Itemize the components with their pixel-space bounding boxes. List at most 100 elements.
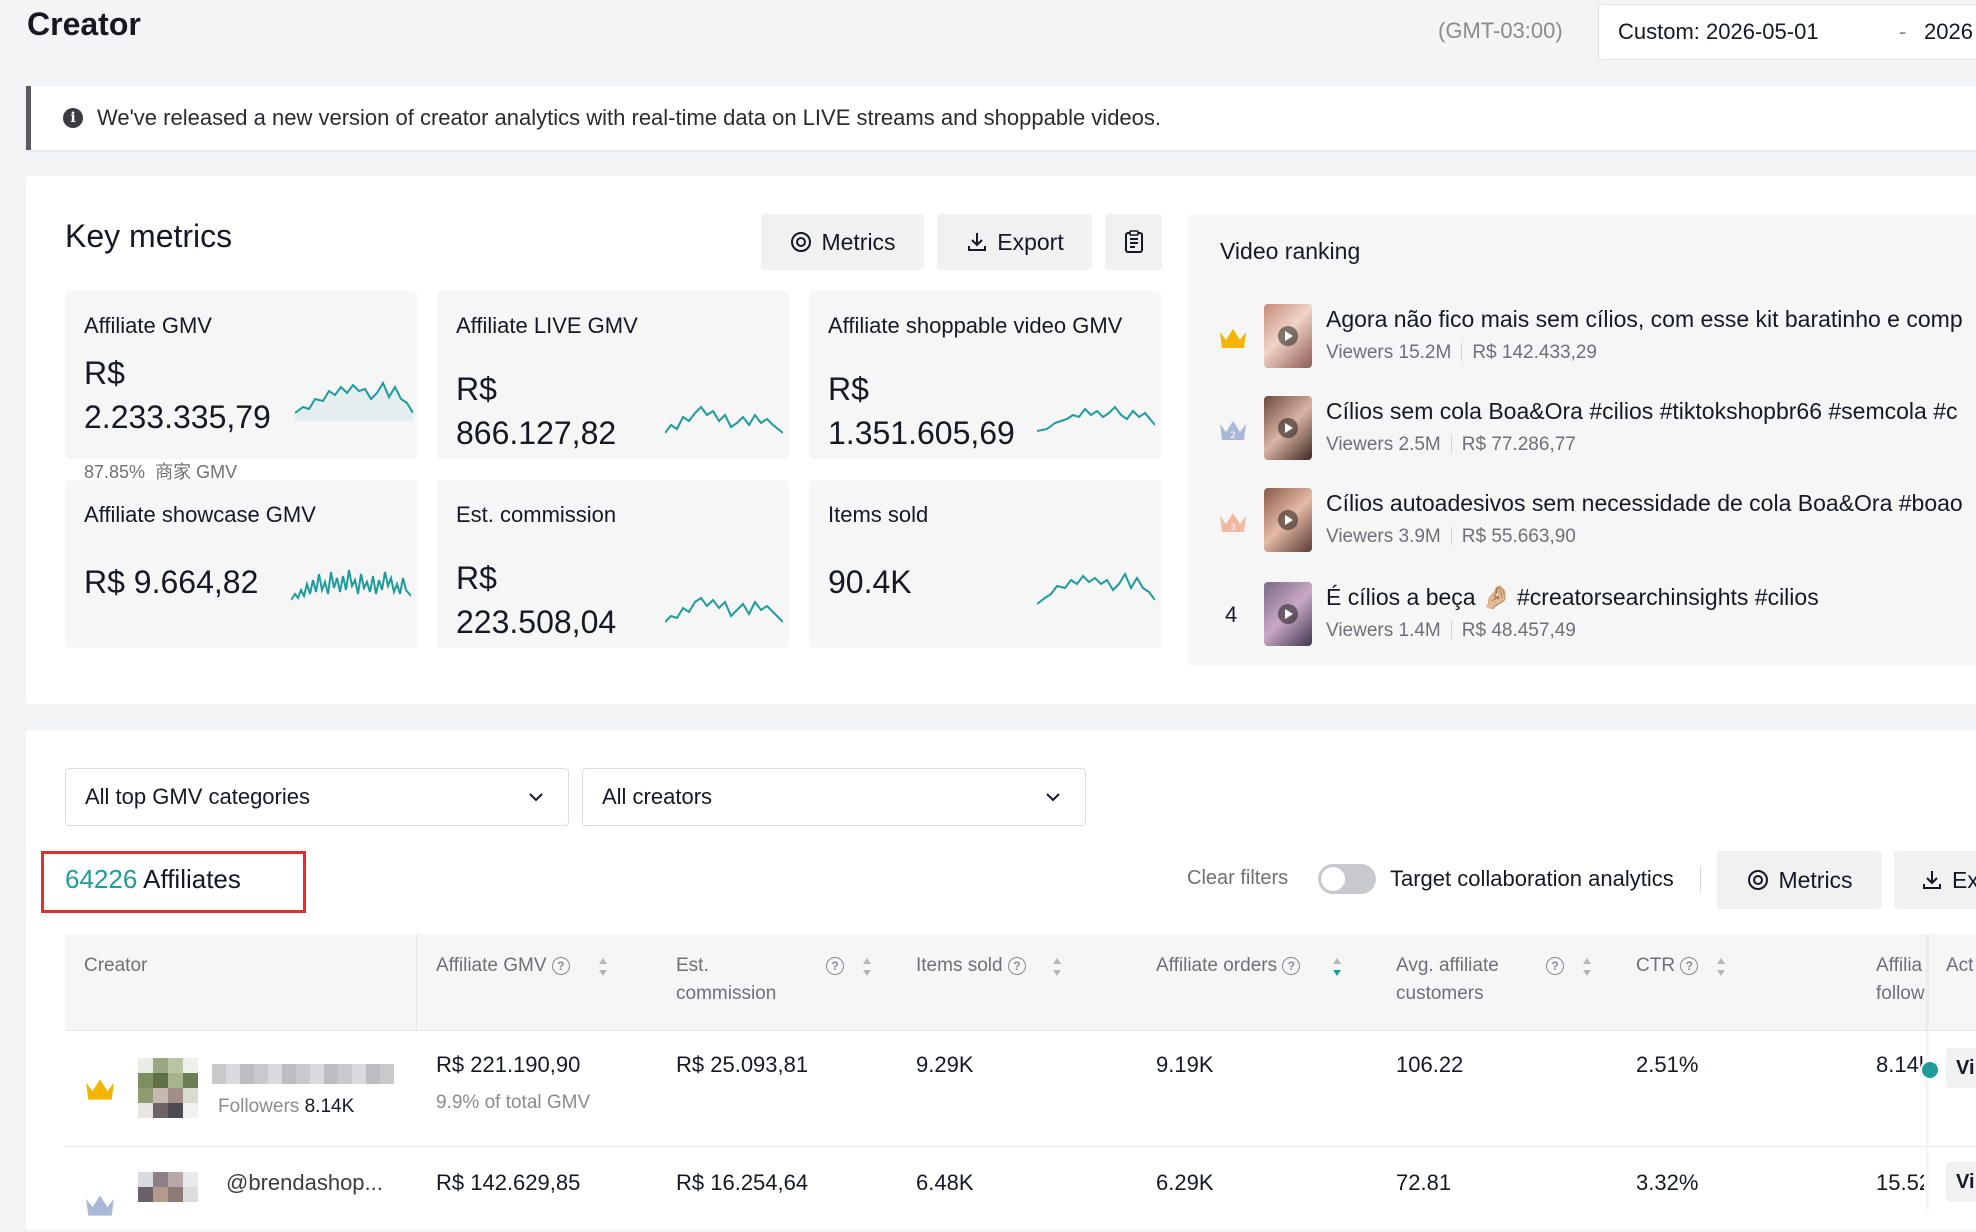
avatar[interactable] <box>138 1172 198 1232</box>
cell-affiliate-gmv: R$ 221.190,90 <box>436 1052 581 1077</box>
column-header-affiliate-followers[interactable]: Affilia follow <box>1876 952 1925 1008</box>
video-thumbnail[interactable] <box>1264 488 1312 552</box>
cell-affiliate-gmv: R$ 142.629,85 <box>436 1170 581 1195</box>
cell-affiliate-orders: 6.29K <box>1156 1170 1214 1195</box>
banner-text: We've released a new version of creator … <box>97 105 1162 130</box>
cell-affiliate-followers: 15.52 <box>1876 1170 1924 1195</box>
play-icon <box>1278 604 1298 624</box>
cursor-dot <box>1920 1060 1940 1080</box>
target-collaboration-toggle[interactable] <box>1318 864 1376 894</box>
cell-avg-customers: 106.22 <box>1396 1052 1464 1077</box>
video-stats: Viewers 2.5M R$ 77.286,77 <box>1326 434 1576 455</box>
video-title[interactable]: Cílios sem cola Boa&Ora #cilios #tiktoks… <box>1326 398 1958 425</box>
table-metrics-button[interactable]: Metrics <box>1717 851 1882 909</box>
chevron-down-icon <box>529 793 543 802</box>
view-button[interactable]: Vi <box>1946 1048 1976 1088</box>
metric-value: 866.127,82 <box>456 415 617 451</box>
metric-label: Items sold <box>828 502 929 527</box>
metrics-button-label: Metrics <box>821 228 896 255</box>
video-stats: Viewers 3.9M R$ 55.663,90 <box>1326 526 1576 547</box>
announcement-banner: i We've released a new version of creato… <box>26 86 1976 150</box>
row-divider <box>65 1146 1976 1147</box>
silver-crown-icon <box>86 1195 114 1216</box>
metric-value: 2.233.335,79 <box>84 399 271 435</box>
download-icon <box>1923 871 1941 889</box>
column-header-ctr[interactable]: CTR ? <box>1636 952 1699 980</box>
creators-select[interactable]: All creators <box>582 768 1086 826</box>
metric-card-affiliate-showcase-gmv[interactable]: Affiliate showcase GMV R$ 9.664,82 <box>65 480 417 648</box>
gold-crown-icon <box>86 1079 114 1100</box>
date-range-picker[interactable]: Custom: 2026-05-01 - 2026 <box>1598 4 1976 60</box>
cell-items-sold: 9.29K <box>916 1052 974 1077</box>
video-thumbnail[interactable] <box>1264 396 1312 460</box>
rank-number: 4 <box>1225 602 1238 627</box>
sort-icon[interactable] <box>1580 954 1594 980</box>
creator-name[interactable]: @brendashop... <box>226 1170 383 1196</box>
help-icon: ? <box>1680 957 1699 975</box>
column-header-est-commission[interactable]: Est. commission <box>676 952 776 1008</box>
export-button[interactable]: Export <box>937 214 1092 270</box>
table-header <box>65 934 1976 1030</box>
video-thumbnail[interactable] <box>1264 304 1312 368</box>
column-header-items-sold[interactable]: Items sold ? <box>916 952 1026 980</box>
page-title: Creator <box>27 6 141 42</box>
sort-icon[interactable] <box>860 954 874 980</box>
cell-ctr: 3.32% <box>1636 1170 1699 1195</box>
category-select-value: All top GMV categories <box>85 784 310 809</box>
cell-est-commission: R$ 25.093,81 <box>676 1052 809 1077</box>
video-title[interactable]: Agora não fico mais sem cílios, com esse… <box>1326 306 1963 333</box>
view-button[interactable]: Vi <box>1946 1162 1976 1202</box>
download-icon <box>968 233 987 251</box>
row-divider <box>65 1030 1976 1031</box>
sort-desc-icon[interactable] <box>1330 954 1344 980</box>
report-button[interactable] <box>1105 214 1162 270</box>
metric-label: Est. commission <box>456 502 617 527</box>
cell-avg-customers: 72.81 <box>1396 1170 1452 1195</box>
column-header-affiliate-orders[interactable]: Affiliate orders ? <box>1156 952 1301 980</box>
metric-value-currency: R$ <box>456 371 497 407</box>
toggle-knob <box>1321 867 1345 891</box>
metric-label: Affiliate shoppable video GMV <box>828 313 1123 338</box>
column-header-creator: Creator <box>84 955 148 976</box>
metrics-button[interactable]: Metrics <box>761 214 924 270</box>
help-icon: ? <box>1546 957 1564 975</box>
video-thumbnail[interactable] <box>1264 582 1312 646</box>
metric-label: Affiliate LIVE GMV <box>456 313 638 338</box>
bronze-crown-icon: 3 <box>1220 513 1246 533</box>
column-header-affiliate-gmv[interactable]: Affiliate GMV ? <box>436 952 570 980</box>
sort-icon[interactable] <box>1714 954 1728 980</box>
video-stats: Viewers 15.2M R$ 142.433,29 <box>1326 342 1597 363</box>
avatar[interactable] <box>138 1058 198 1118</box>
sort-icon[interactable] <box>1050 954 1064 980</box>
table-export-button[interactable]: Ex <box>1894 851 1976 909</box>
metrics-button-label: Metrics <box>1778 866 1853 893</box>
sort-icon[interactable] <box>596 954 610 980</box>
help-icon: ? <box>826 957 844 975</box>
metric-card-affiliate-video-gmv[interactable]: Affiliate shoppable video GMV R$ 1.351.6… <box>809 291 1161 459</box>
silver-crown-icon: 2 <box>1220 421 1246 441</box>
video-ranking-title: Video ranking <box>1220 238 1361 264</box>
column-header-avg-affiliate-customers[interactable]: Avg. affiliate customers <box>1396 952 1499 1008</box>
metric-card-items-sold[interactable]: Items sold 90.4K <box>809 480 1161 648</box>
metric-card-est-commission[interactable]: Est. commission R$ 223.508,04 <box>437 480 789 648</box>
metric-card-affiliate-gmv[interactable]: Affiliate GMV R$ 2.233.335,79 <box>65 291 417 459</box>
timezone-label: (GMT-03:00) <box>1438 18 1563 43</box>
column-divider <box>416 934 417 1030</box>
settings-icon <box>791 232 812 252</box>
cell-affiliate-followers: 8.14k <box>1876 1052 1924 1077</box>
date-separator: - <box>1899 19 1907 44</box>
video-title[interactable]: Cílios autoadesivos sem necessidade de c… <box>1326 490 1963 517</box>
cell-gmv-share: 9.9% of total GMV <box>436 1092 591 1113</box>
metric-card-affiliate-live-gmv[interactable]: Affiliate LIVE GMV R$ 866.127,82 <box>437 291 789 459</box>
video-stats: Viewers 1.4M R$ 48.457,49 <box>1326 620 1576 641</box>
chevron-down-icon <box>1046 793 1060 802</box>
divider <box>1700 866 1701 892</box>
help-icon: ? <box>1282 957 1301 975</box>
export-button-label: Ex <box>1952 866 1976 893</box>
creator-name[interactable] <box>212 1064 394 1084</box>
metric-value-currency: R$ <box>84 355 125 391</box>
category-select[interactable]: All top GMV categories <box>65 768 569 826</box>
video-title[interactable]: É cílios a beça 🤌🏼 #creatorsearchinsight… <box>1326 584 1819 611</box>
cell-est-commission: R$ 16.254,64 <box>676 1170 809 1195</box>
clear-filters-link[interactable]: Clear filters <box>1187 867 1288 890</box>
